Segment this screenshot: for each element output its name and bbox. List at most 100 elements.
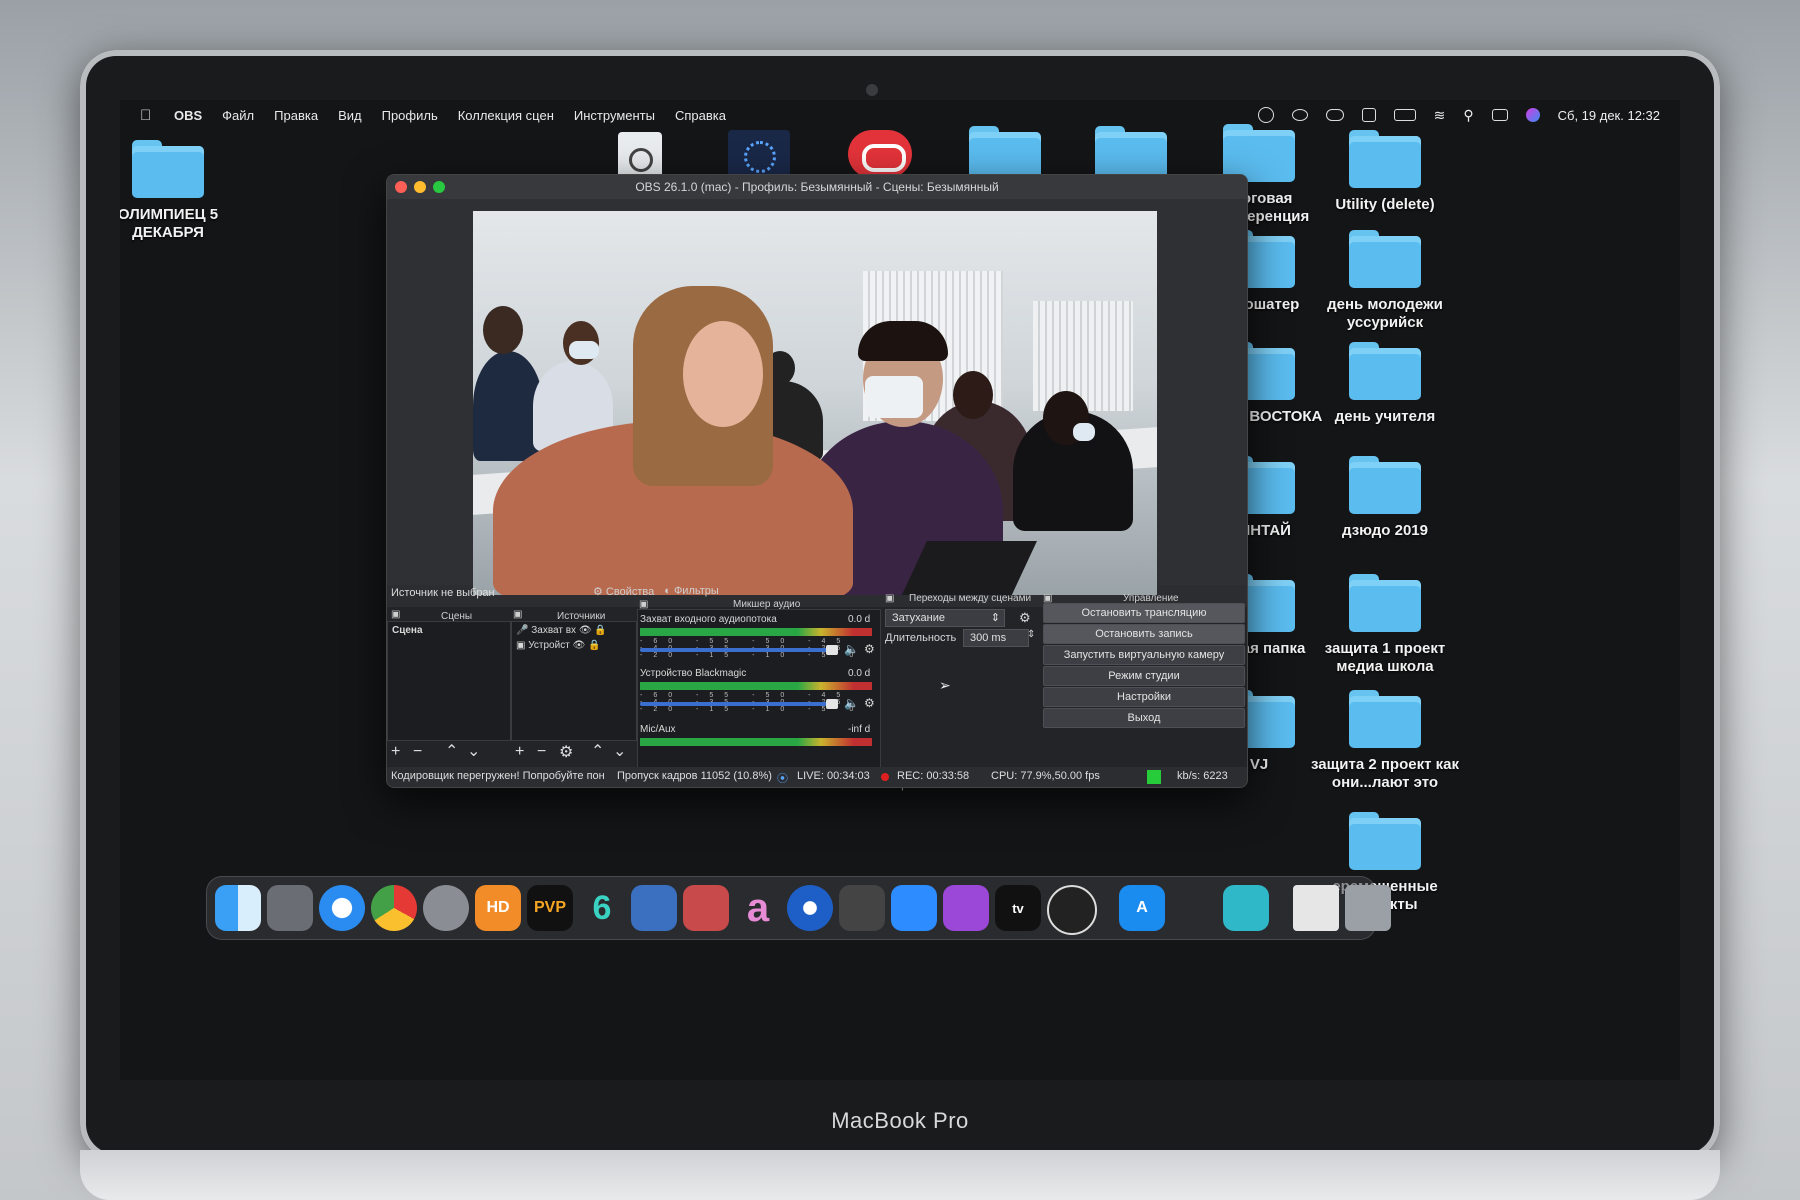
safari-icon[interactable]	[319, 885, 365, 931]
menu-scene-collection[interactable]: Коллекция сцен	[458, 108, 554, 123]
blade-app-icon[interactable]	[1171, 885, 1217, 931]
creative-cloud-icon[interactable]	[1291, 109, 1308, 121]
launchpad-icon[interactable]	[267, 885, 313, 931]
menu-help[interactable]: Справка	[675, 108, 726, 123]
trash-icon[interactable]	[1345, 885, 1391, 931]
apple-tv-icon[interactable]: tv	[995, 885, 1041, 931]
duration-label: Длительность	[885, 632, 957, 644]
source-up-button[interactable]: ⌃	[591, 741, 604, 761]
menu-file[interactable]: Файл	[222, 108, 254, 123]
folder-olympiets[interactable]: ОЛИМПИЕЦ 5 ДЕКАБРЯ	[120, 140, 253, 242]
sources-dock-icon[interactable]: ▣	[513, 609, 522, 620]
system-preferences-icon[interactable]	[423, 885, 469, 931]
scenes-list[interactable]: Сцена	[387, 621, 511, 741]
menu-obs[interactable]: OBS	[174, 108, 202, 123]
start-virtual-camera-button[interactable]: Запустить виртуальную камеру	[1043, 645, 1245, 665]
cinema4d-icon[interactable]	[787, 885, 833, 931]
wifi-icon[interactable]: ≋	[1434, 107, 1446, 124]
scene-up-button[interactable]: ⌃	[445, 741, 458, 761]
battery-icon[interactable]	[1393, 109, 1416, 121]
folder-den-uchitelya[interactable]: день учителя	[1300, 342, 1470, 426]
volume-knob[interactable]	[826, 699, 838, 709]
obs-window: OBS 26.1.0 (mac) - Профиль: Безымянный -…	[386, 174, 1248, 788]
properties-tab[interactable]: ⚙ Свойства	[593, 585, 654, 598]
folder-utility[interactable]: Utility (delete)	[1300, 130, 1470, 214]
cloud-icon[interactable]	[1325, 109, 1344, 121]
podcasts-icon[interactable]	[943, 885, 989, 931]
close-button[interactable]	[395, 181, 407, 193]
exit-button[interactable]: Выход	[1043, 708, 1245, 728]
scene-down-button[interactable]: ⌄	[467, 741, 480, 761]
affinity-icon[interactable]: a	[735, 885, 781, 931]
stop-recording-button[interactable]: Остановить запись	[1043, 624, 1245, 644]
scenes-dock-icon[interactable]: ▣	[391, 609, 400, 620]
zoom-button[interactable]	[433, 181, 445, 193]
source-settings-gear-icon[interactable]: ⚙	[559, 742, 573, 762]
menu-edit[interactable]: Правка	[274, 108, 318, 123]
source-item[interactable]: ▣ Устройст 👁 🔒	[516, 640, 601, 651]
pvp-icon[interactable]: PVP	[527, 885, 573, 931]
obs-status-icon[interactable]	[1257, 107, 1274, 123]
folder-den-molodezhi[interactable]: день молодежи уссурийск	[1300, 230, 1470, 332]
stop-streaming-button[interactable]: Остановить трансляцию	[1043, 603, 1245, 623]
volume-slider[interactable]	[640, 648, 830, 652]
speaker-icon[interactable]: 🔈	[844, 642, 859, 656]
program-preview[interactable]	[473, 211, 1157, 595]
app-store-icon[interactable]: A	[1119, 885, 1165, 931]
minimize-button[interactable]	[414, 181, 426, 193]
disabled-app-icon[interactable]	[631, 885, 677, 931]
menu-tools[interactable]: Инструменты	[574, 108, 655, 123]
eye-icon[interactable]: 👁	[579, 625, 592, 636]
resolume-icon[interactable]: 6	[579, 885, 625, 931]
folder-zashchita-2[interactable]: защита 2 проект как они...лают это	[1300, 690, 1470, 792]
source-item[interactable]: 🎤 Захват вх 👁 🔒	[516, 625, 607, 636]
transition-select[interactable]: Затухание ⇕	[885, 609, 1005, 627]
siri-icon[interactable]	[1525, 108, 1540, 122]
keyboard-layout-icon[interactable]	[1361, 108, 1376, 122]
disabled-app-icon[interactable]	[683, 885, 729, 931]
gear-icon[interactable]: ⚙	[864, 696, 875, 710]
final-cut-icon[interactable]	[839, 885, 885, 931]
transition-gear-icon[interactable]: ⚙	[1019, 610, 1031, 626]
creative-cloud-desktop-icon[interactable]	[848, 130, 912, 178]
add-source-button[interactable]: +	[515, 743, 524, 761]
search-icon[interactable]: ⚲	[1463, 107, 1473, 124]
screen-app-icon[interactable]	[1223, 885, 1269, 931]
zoom-icon[interactable]	[891, 885, 937, 931]
menu-profile[interactable]: Профиль	[382, 108, 438, 123]
webcam	[866, 84, 878, 96]
speaker-icon[interactable]: 🔈	[844, 696, 859, 710]
control-center-icon[interactable]	[1491, 109, 1508, 121]
eye-icon[interactable]: 👁	[573, 640, 586, 651]
source-down-button[interactable]: ⌄	[613, 741, 626, 761]
volume-knob[interactable]	[826, 645, 838, 655]
menu-view[interactable]: Вид	[338, 108, 362, 123]
menu-clock[interactable]: Сб, 19 дек. 12:32	[1558, 108, 1660, 123]
apple-icon[interactable]: 	[140, 107, 158, 124]
lock-icon[interactable]: 🔒	[594, 625, 606, 636]
duration-input[interactable]: 300 ms	[963, 629, 1029, 647]
folder-zashchita-1[interactable]: защита 1 проект медиа школа	[1300, 574, 1470, 676]
transitions-dock-icon[interactable]: ▣	[885, 593, 894, 604]
filters-tab[interactable]: ◐ Фильтры	[664, 585, 719, 598]
lock-icon[interactable]: 🔒	[588, 640, 600, 651]
remove-source-button[interactable]: −	[537, 743, 546, 761]
obs-titlebar[interactable]: OBS 26.1.0 (mac) - Профиль: Безымянный -…	[387, 175, 1247, 199]
folder-dzyudo[interactable]: дзюдо 2019	[1300, 456, 1470, 540]
document-icon[interactable]	[1293, 885, 1339, 931]
cpu-usage: CPU: 77.9%,50.00 fps	[991, 770, 1100, 782]
finder-icon[interactable]	[215, 885, 261, 931]
sources-list[interactable]: 🎤 Захват вх 👁 🔒 ▣ Устройст 👁 🔒	[511, 621, 637, 741]
gear-icon[interactable]: ⚙	[864, 642, 875, 656]
add-scene-button[interactable]: +	[391, 743, 400, 761]
scene-item[interactable]: Сцена	[392, 625, 423, 636]
studio-mode-button[interactable]: Режим студии	[1043, 666, 1245, 686]
obs-icon[interactable]	[1047, 885, 1097, 935]
chrome-icon[interactable]	[371, 885, 417, 931]
settings-button[interactable]: Настройки	[1043, 687, 1245, 707]
obs-window-title: OBS 26.1.0 (mac) - Профиль: Безымянный -…	[635, 180, 999, 194]
volume-slider[interactable]	[640, 702, 830, 706]
hd-video-app-icon[interactable]: HD	[475, 885, 521, 931]
remove-scene-button[interactable]: −	[413, 743, 422, 761]
duration-stepper-icon[interactable]: ⇕	[1027, 629, 1035, 640]
